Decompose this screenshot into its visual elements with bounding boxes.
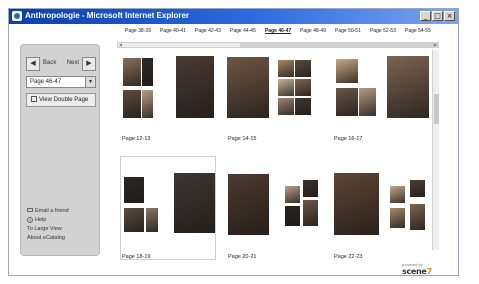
- tab-page-6[interactable]: Page 50-51: [335, 28, 361, 34]
- scroll-left-icon[interactable]: ◀: [119, 42, 122, 47]
- catalog-photo: [387, 56, 429, 118]
- back-button[interactable]: Back: [43, 60, 56, 66]
- about-ecatalog-link[interactable]: About eCatalog: [27, 234, 99, 243]
- page-select-dropdown[interactable]: Page 46-47 ▼: [26, 76, 96, 88]
- tab-page-5[interactable]: Page 48-49: [300, 28, 326, 34]
- catalog-photo: [303, 180, 318, 197]
- horizontal-scrollbar[interactable]: ◀ ▶: [117, 42, 439, 48]
- catalog-photo: [285, 186, 300, 203]
- catalog-photo: [390, 186, 405, 203]
- spread-caption[interactable]: Page 18-19: [122, 254, 150, 260]
- catalog-photo: [390, 208, 405, 228]
- catalog-photo: [278, 98, 294, 115]
- page-navigation: ◀ Back Next ▶: [26, 57, 96, 71]
- maximize-button[interactable]: □: [432, 11, 443, 21]
- spread-caption[interactable]: Page 12-13: [122, 136, 150, 142]
- tab-page-7[interactable]: Page 52-53: [370, 28, 396, 34]
- page-tab-strip: Page 38-39 Page 40-41 Page 42-43 Page 44-45…: [125, 28, 437, 38]
- catalog-photo: [359, 88, 376, 116]
- spread-caption[interactable]: Page 16-17: [334, 136, 362, 142]
- catalog-photo: [410, 180, 425, 197]
- scene7-logo: scene7: [402, 267, 432, 276]
- scene7-logo-text: scene: [402, 267, 427, 276]
- catalog-photo: [228, 174, 269, 235]
- catalog-photo: [227, 57, 269, 118]
- catalog-photo: [142, 58, 153, 86]
- email-friend-link[interactable]: Email a friend: [27, 207, 99, 216]
- title-bar[interactable]: Anthropologie - Microsoft Internet Explo…: [9, 9, 458, 24]
- next-arrow-icon[interactable]: ▶: [82, 57, 96, 71]
- scene7-logo-suffix: 7: [426, 267, 433, 276]
- next-button[interactable]: Next: [67, 60, 79, 66]
- chevron-down-icon[interactable]: ▼: [85, 77, 95, 87]
- catalog-photo: [176, 56, 214, 118]
- catalog-photo: [303, 200, 318, 226]
- help-link[interactable]: ? Help: [27, 216, 99, 225]
- tab-page-2[interactable]: Page 42-43: [195, 28, 221, 34]
- window-title: Anthropologie - Microsoft Internet Explo…: [25, 11, 190, 20]
- internet-explorer-icon: [12, 11, 22, 21]
- catalog-photo: [142, 90, 153, 118]
- catalog-photo: [295, 60, 311, 77]
- double-page-icon: [31, 96, 37, 102]
- catalog-photo: [123, 90, 141, 118]
- large-view-link[interactable]: To Large View: [27, 225, 99, 234]
- view-double-page-label: View Double Page: [39, 97, 89, 103]
- view-double-page-button[interactable]: View Double Page: [26, 93, 96, 107]
- tab-page-8[interactable]: Page 54-55: [405, 28, 431, 34]
- back-arrow-icon[interactable]: ◀: [26, 57, 40, 71]
- spread-caption[interactable]: Page 22-23: [334, 254, 362, 260]
- catalog-photo: [295, 79, 311, 96]
- horizontal-scroll-thumb[interactable]: [240, 43, 438, 47]
- catalog-photo: [124, 208, 144, 232]
- catalog-photo: [410, 204, 425, 230]
- sidebar-links: Email a friend ? Help To Large View About…: [27, 207, 99, 243]
- catalog-photo: [334, 173, 379, 235]
- catalog-photo: [295, 98, 311, 115]
- catalog-photo: [336, 59, 358, 83]
- catalog-sidebar: ◀ Back Next ▶ Page 46-47 ▼ View Double P…: [20, 44, 100, 256]
- catalog-photo: [278, 79, 294, 96]
- close-button[interactable]: ×: [444, 11, 455, 21]
- minimize-button[interactable]: _: [420, 11, 431, 21]
- envelope-icon: [27, 208, 33, 212]
- window-controls: _ □ ×: [420, 11, 455, 21]
- spread-caption[interactable]: Page 14-15: [228, 136, 256, 142]
- tab-page-0[interactable]: Page 38-39: [125, 28, 151, 34]
- help-icon: ?: [27, 217, 33, 223]
- page-select-value: Page 46-47: [30, 79, 62, 85]
- spread-caption[interactable]: Page 20-21: [228, 254, 256, 260]
- catalog-photo: [336, 88, 358, 116]
- catalog-photo: [123, 58, 141, 86]
- email-friend-label: Email a friend: [35, 208, 69, 214]
- powered-by-badge: powered by scene7: [402, 262, 436, 276]
- catalog-photo: [146, 208, 158, 232]
- vertical-scroll-thumb[interactable]: [434, 94, 439, 124]
- catalog-photo: [174, 173, 215, 233]
- vertical-scrollbar[interactable]: [432, 50, 439, 250]
- help-label: Help: [35, 217, 47, 223]
- catalog-photo: [278, 60, 294, 77]
- scroll-right-icon[interactable]: ▶: [434, 42, 437, 47]
- tab-page-4[interactable]: Page 46-47: [265, 28, 291, 34]
- catalog-photo: [285, 206, 300, 226]
- catalog-photo: [124, 177, 144, 203]
- tab-page-3[interactable]: Page 44-45: [230, 28, 256, 34]
- tab-page-1[interactable]: Page 40-41: [160, 28, 186, 34]
